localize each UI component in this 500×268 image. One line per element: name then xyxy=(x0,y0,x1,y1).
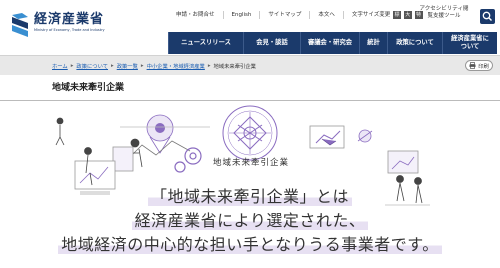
chevron-right-icon: ▸ xyxy=(140,63,144,69)
hero-headline-2: 経済産業省により選定された、 xyxy=(40,211,460,231)
gear-icon xyxy=(174,147,202,173)
nav-news-release[interactable]: ニュースリリース xyxy=(168,32,243,54)
utility-links: 申請・お問合せ English サイトマップ 本文へ 文字サイズ変更 標 大 特 xyxy=(168,11,431,19)
skip-to-content-link[interactable]: 本文へ xyxy=(309,11,343,19)
emblem-icon xyxy=(222,105,278,161)
search-icon xyxy=(482,11,492,21)
chevron-right-icon: ▸ xyxy=(207,63,211,69)
site-header: 経済産業省 Ministry of Economy, Trade and Ind… xyxy=(0,0,500,55)
print-label: 印刷 xyxy=(478,63,489,70)
contact-link[interactable]: 申請・お問合せ xyxy=(168,11,223,19)
nav-policy[interactable]: 政策について xyxy=(387,32,442,54)
breadcrumb-sme-regional[interactable]: 中小企業・地域経済産業 xyxy=(147,62,205,70)
nav-about-meti[interactable]: 経済産業省について xyxy=(442,32,497,54)
printer-icon xyxy=(469,62,476,69)
logo-subtitle: Ministry of Economy, Trade and Industry xyxy=(34,28,105,32)
chevron-right-icon: ▸ xyxy=(111,63,114,69)
english-link[interactable]: English xyxy=(222,11,260,19)
breadcrumb-policy-list[interactable]: 政策一覧 xyxy=(117,62,138,70)
hero-banner: 地域未来牽引企業 「地域未来牽引企業」とは 経済産業省により選定された、 地域経… xyxy=(0,101,500,268)
accessibility-link[interactable]: アクセシビリティ閲覧支援ツール xyxy=(418,6,470,20)
hero-headline-2-text: 経済産業省により選定された、 xyxy=(131,211,369,230)
hero-headline-3: 地域経済の中心的な担い手となりうる事業者です。 xyxy=(40,235,460,255)
hero-headline-1: 「地域未来牽引企業」とは xyxy=(40,187,460,207)
nav-statistics[interactable]: 統計 xyxy=(359,32,387,54)
search-button[interactable] xyxy=(480,9,495,24)
nav-press-conference[interactable]: 会見・談話 xyxy=(243,32,300,54)
breadcrumb-home[interactable]: ホーム xyxy=(52,62,68,70)
logo-title: 経済産業省 xyxy=(34,12,105,27)
meti-logo-icon xyxy=(12,13,28,37)
chevron-right-icon: ▸ xyxy=(70,63,74,69)
handshake-illustration xyxy=(309,125,373,149)
breadcrumb-bar: ホーム ▸ 政策について ▸ 政策一覧 ▸ 中小企業・地域経済産業 ▸ 地域未来… xyxy=(0,55,500,75)
hero-headline-3-text: 地域経済の中心的な担い手となりうる事業者です。 xyxy=(58,235,442,254)
global-nav: ニュースリリース 会見・談話 審議会・研究会 統計 政策について 経済産業省につ… xyxy=(168,32,497,54)
font-size-label: 文字サイズ変更 xyxy=(351,12,391,18)
breadcrumb: ホーム ▸ 政策について ▸ 政策一覧 ▸ 中小企業・地域経済産業 ▸ 地域未来… xyxy=(52,62,256,70)
font-size-large[interactable]: 大 xyxy=(403,11,412,19)
sitemap-link[interactable]: サイトマップ xyxy=(259,11,309,19)
page-title: 地域未来牽引企業 xyxy=(52,83,125,93)
breadcrumb-current: 地域未来牽引企業 xyxy=(213,64,256,70)
hero-headline-1-text: 「地域未来牽引企業」とは xyxy=(147,187,352,206)
breadcrumb-policy[interactable]: 政策について xyxy=(76,62,108,70)
print-button[interactable]: 印刷 xyxy=(465,60,493,71)
person-illustration-left xyxy=(55,117,143,195)
map-pin-illustration xyxy=(120,114,210,160)
font-size-standard[interactable]: 標 xyxy=(393,11,402,19)
nav-councils[interactable]: 審議会・研究会 xyxy=(300,32,359,54)
meti-logo[interactable]: 経済産業省 Ministry of Economy, Trade and Ind… xyxy=(10,13,105,39)
emblem-label: 地域未来牽引企業 xyxy=(212,158,289,168)
